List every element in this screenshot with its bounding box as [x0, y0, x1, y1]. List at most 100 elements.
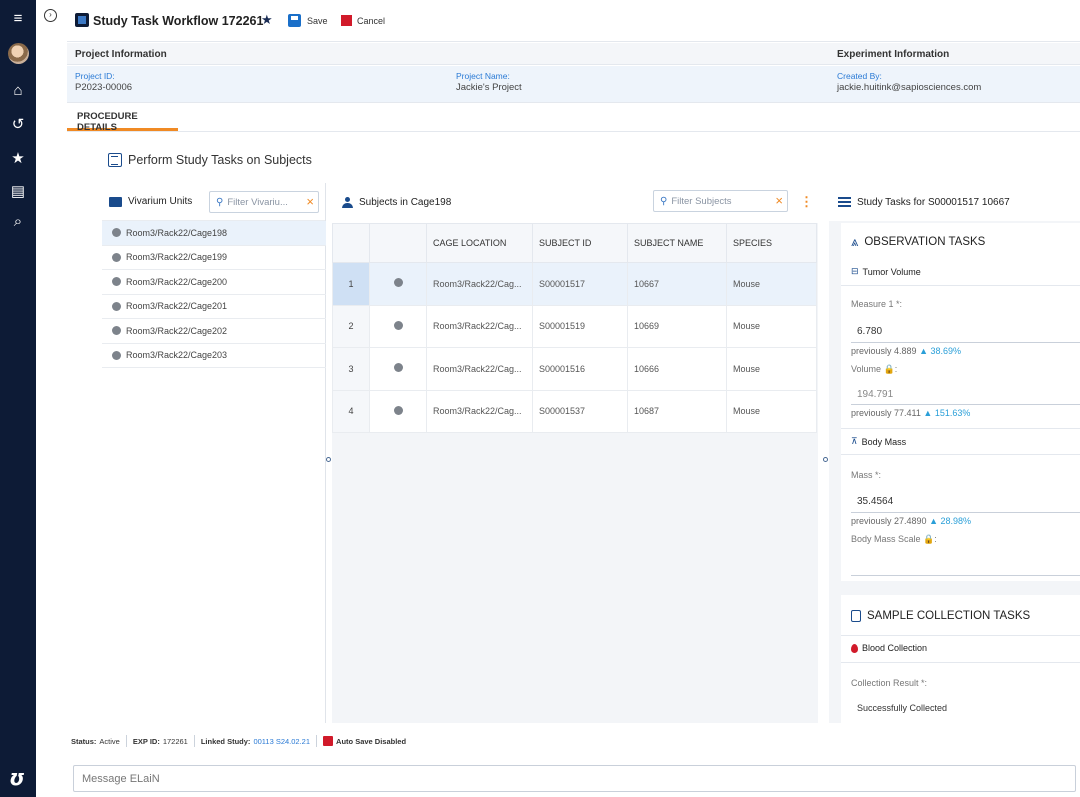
- chat-icon[interactable]: ▤: [0, 180, 36, 202]
- favorite-star-icon[interactable]: ★: [261, 12, 273, 28]
- species-cell: Mouse: [726, 304, 817, 348]
- cage-label: Room3/Rack22/Cage203: [126, 350, 228, 361]
- subject-name-cell: 10667: [627, 262, 727, 306]
- status-dot-icon: [393, 320, 403, 330]
- workflow-title: Study Task Workflow 172261: [93, 14, 264, 28]
- list-item[interactable]: Room3/Rack22/Cage198: [102, 221, 326, 246]
- vivarium-filter-input[interactable]: ⚲ Filter Vivariu... ×: [209, 191, 319, 213]
- column-header[interactable]: [332, 223, 370, 263]
- subjects-filter-input[interactable]: ⚲ Filter Subjects ×: [653, 190, 788, 212]
- clear-filter-icon[interactable]: ×: [775, 193, 783, 208]
- sample-heading-text: SAMPLE COLLECTION TASKS: [867, 610, 1031, 622]
- blood-collection-task: Blood Collection: [851, 643, 927, 653]
- list-item[interactable]: Room3/Rack22/Cage202: [102, 319, 326, 344]
- search-icon[interactable]: ⌕: [0, 210, 36, 232]
- measure-1-change: ▲ 38.69%: [919, 346, 961, 356]
- column-header[interactable]: SUBJECT ID: [532, 223, 628, 263]
- mass-input[interactable]: 35.4564: [857, 496, 893, 507]
- clear-filter-icon[interactable]: ×: [306, 194, 314, 209]
- workflow-icon: [75, 13, 89, 27]
- subjects-title: Subjects in Cage198: [359, 196, 452, 208]
- list-item[interactable]: Room3/Rack22/Cage201: [102, 295, 326, 319]
- cancel-icon[interactable]: [341, 15, 352, 26]
- mass-previous-value: previously 27.4890: [851, 516, 927, 526]
- table-row[interactable]: 2 Room3/Rack22/Cag... S00001519 10669 Mo…: [332, 304, 817, 348]
- history-icon[interactable]: ↺: [0, 113, 36, 135]
- table-row[interactable]: 3 Room3/Rack22/Cag... S00001516 10666 Mo…: [332, 347, 817, 391]
- table-row[interactable]: 1 Room3/Rack22/Cag... S00001517 10667 Mo…: [332, 262, 817, 306]
- exp-id-item: EXP ID: 172261: [127, 735, 195, 747]
- body-mass-label: Body Mass: [861, 436, 907, 447]
- column-header[interactable]: SUBJECT NAME: [627, 223, 727, 263]
- tumor-volume-label: Tumor Volume: [862, 266, 921, 277]
- status-dot-icon: [393, 278, 403, 288]
- cage-status-icon: [112, 252, 121, 262]
- divider: [841, 662, 1080, 663]
- mass-change: ▲ 28.98%: [929, 516, 972, 526]
- divider: [841, 285, 1080, 286]
- table-row[interactable]: 4 Room3/Rack22/Cag... S00001537 10687 Mo…: [332, 389, 817, 433]
- save-button[interactable]: Save: [307, 16, 328, 26]
- cancel-button[interactable]: Cancel: [357, 16, 385, 26]
- splitter-handle[interactable]: [823, 457, 828, 462]
- status-dot-icon: [393, 405, 403, 415]
- vivarium-filter-placeholder: Filter Vivariu...: [227, 196, 288, 208]
- column-header[interactable]: CAGE LOCATION: [426, 223, 533, 263]
- measure-1-input[interactable]: 6.780: [857, 326, 882, 337]
- collection-result-label: Collection Result *:: [851, 678, 928, 688]
- subject-name-cell: 10669: [627, 304, 727, 348]
- sapio-logo: ʊ: [10, 765, 26, 789]
- species-cell: Mouse: [726, 347, 817, 391]
- search-icon: ⚲: [660, 195, 668, 207]
- tab-procedure-details[interactable]: PROCEDURE DETAILS: [67, 103, 178, 133]
- status-cell: [369, 347, 427, 391]
- vivarium-units-panel: Vivarium Units ⚲ Filter Vivariu... × Roo…: [102, 183, 326, 723]
- status-label: Status:: [71, 736, 97, 746]
- linked-study-link[interactable]: 00113 S24.02.21: [253, 737, 310, 746]
- subject-name-cell: 10687: [627, 389, 727, 433]
- volume-value: 194.791: [857, 389, 894, 400]
- project-name-value: Jackie's Project: [456, 82, 522, 93]
- more-options-icon[interactable]: ⋮: [800, 194, 813, 210]
- collapse-panel-icon[interactable]: ›: [44, 9, 57, 22]
- exp-id-value: 172261: [162, 736, 188, 746]
- workflow-toolbar: Study Task Workflow 172261 ★ Save Cancel: [67, 0, 1080, 42]
- status-dot-icon: [393, 363, 403, 373]
- vivarium-icon: [109, 196, 122, 207]
- field-underline: [851, 342, 1080, 343]
- menu-icon[interactable]: ≡: [0, 7, 36, 29]
- blood-drop-icon: [851, 643, 858, 653]
- save-icon[interactable]: [288, 14, 301, 27]
- message-input[interactable]: Message ELaiN: [73, 765, 1076, 792]
- tumor-volume-task: ⊟ Tumor Volume: [851, 266, 921, 277]
- status-item: Status: Active: [67, 735, 127, 747]
- volume-previous-value: previously 77.411: [851, 408, 921, 418]
- observation-heading-text: OBSERVATION TASKS: [864, 236, 986, 248]
- left-rail: ≡ ⌂ ↺ ★ ▤ ⌕ ʊ: [0, 0, 36, 797]
- collection-result-select[interactable]: Successfully Collected: [857, 703, 947, 713]
- cage-list: Room3/Rack22/Cage198 Room3/Rack22/Cage19…: [102, 221, 326, 368]
- created-by-value: jackie.huitink@sapiosciences.com: [837, 82, 982, 93]
- splitter-handle[interactable]: [326, 457, 331, 462]
- subject-id-cell: S00001516: [532, 347, 628, 391]
- table-header-row: CAGE LOCATION SUBJECT ID SUBJECT NAME SP…: [332, 223, 817, 263]
- favorites-icon[interactable]: ★: [0, 147, 36, 169]
- list-item[interactable]: Room3/Rack22/Cage199: [102, 246, 326, 270]
- measure-1-label: Measure 1 *:: [851, 299, 903, 309]
- volume-change: ▲ 151.63%: [923, 408, 971, 418]
- observation-tasks-heading: ⩓ OBSERVATION TASKS: [851, 234, 985, 250]
- linked-study-item: Linked Study: 00113 S24.02.21: [195, 735, 318, 747]
- tab-divider: [67, 131, 1080, 132]
- home-icon[interactable]: ⌂: [0, 79, 36, 101]
- status-cell: [369, 304, 427, 348]
- status-cell: [369, 262, 427, 306]
- column-header[interactable]: SPECIES: [726, 223, 817, 263]
- project-info-heading: Project Information: [67, 43, 829, 65]
- list-item[interactable]: Room3/Rack22/Cage203: [102, 344, 326, 368]
- divider: [841, 635, 1080, 636]
- list-item[interactable]: Room3/Rack22/Cage200: [102, 270, 326, 295]
- status-bar: Status: Active EXP ID: 172261 Linked Stu…: [67, 731, 1080, 751]
- avatar[interactable]: [8, 43, 29, 64]
- cage-location-cell: Room3/Rack22/Cag...: [426, 347, 533, 391]
- column-header[interactable]: [369, 223, 427, 263]
